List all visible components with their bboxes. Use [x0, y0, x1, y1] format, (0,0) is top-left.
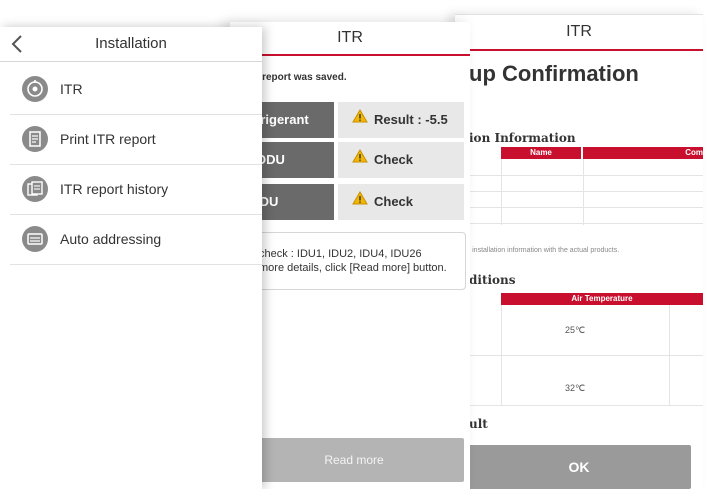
table-header-air-temperature: Air Temperature [501, 293, 703, 305]
print-report-icon [22, 126, 48, 152]
table-row: or 25℃ [455, 305, 703, 356]
itr-icon [22, 76, 48, 102]
menu-item-label: Print ITR report [60, 131, 156, 147]
report-saved-message: t report was saved. [256, 72, 347, 83]
result-section-title: ult [469, 417, 488, 431]
confirmation-note: k the installation information with the … [455, 247, 620, 254]
conditions-section-title: ditions [469, 273, 516, 287]
installation-info-table: Name Com tion isor [455, 147, 703, 225]
installation-screen: Installation ITR Print ITR report ITR re… [0, 27, 262, 489]
ok-button[interactable]: OK [467, 445, 691, 489]
check-message-line: more details, click [Read more] button. [259, 262, 447, 274]
result-value: Check [338, 184, 464, 220]
setup-confirmation-screen: ITR up Confirmation ion Information Name… [455, 14, 703, 489]
table-row: oor 32℃ [455, 355, 703, 406]
auto-addressing-icon [22, 226, 48, 252]
report-history-icon [22, 176, 48, 202]
menu-item-auto-addressing[interactable]: Auto addressing [10, 213, 262, 265]
menu-item-label: Auto addressing [60, 231, 162, 247]
back-arrow-icon[interactable] [8, 33, 28, 55]
read-more-button[interactable]: Read more [244, 438, 464, 482]
table-row: isor [455, 191, 703, 208]
conditions-table: Air Temperature or 25℃ oor 32℃ [455, 293, 703, 406]
installation-header-title: Installation [0, 27, 262, 62]
menu-item-label: ITR [60, 81, 83, 97]
itr-header-title: ITR [230, 22, 470, 56]
confirmation-header-title: ITR [455, 15, 703, 51]
table-header-com: Com [583, 147, 703, 159]
confirmation-heading: up Confirmation [469, 61, 639, 86]
table-row [455, 175, 703, 192]
menu-item-label: ITR report history [60, 181, 169, 197]
check-message-box: check : IDU1, IDU2, IDU4, IDU26 more det… [244, 232, 466, 290]
installation-info-section-title: ion Information [469, 131, 576, 145]
table-row [455, 207, 703, 224]
menu-item-itr-report-history[interactable]: ITR report history [10, 163, 262, 215]
result-value: Result : -5.5 [338, 102, 464, 138]
result-value: Check [338, 142, 464, 178]
warning-icon [352, 183, 368, 219]
table-header-name: Name [501, 147, 581, 159]
itr-screen: ITR t report was saved. frigerant Result… [230, 22, 470, 489]
warning-icon [352, 101, 368, 137]
menu-item-itr[interactable]: ITR [10, 63, 262, 115]
warning-icon [352, 141, 368, 177]
table-row: tion [455, 159, 703, 176]
outdoor-temperature-value: 32℃ [565, 383, 586, 393]
menu-item-print-itr-report[interactable]: Print ITR report [10, 113, 262, 165]
indoor-temperature-value: 25℃ [565, 325, 586, 335]
check-message-line: check : IDU1, IDU2, IDU4, IDU26 [259, 248, 422, 260]
